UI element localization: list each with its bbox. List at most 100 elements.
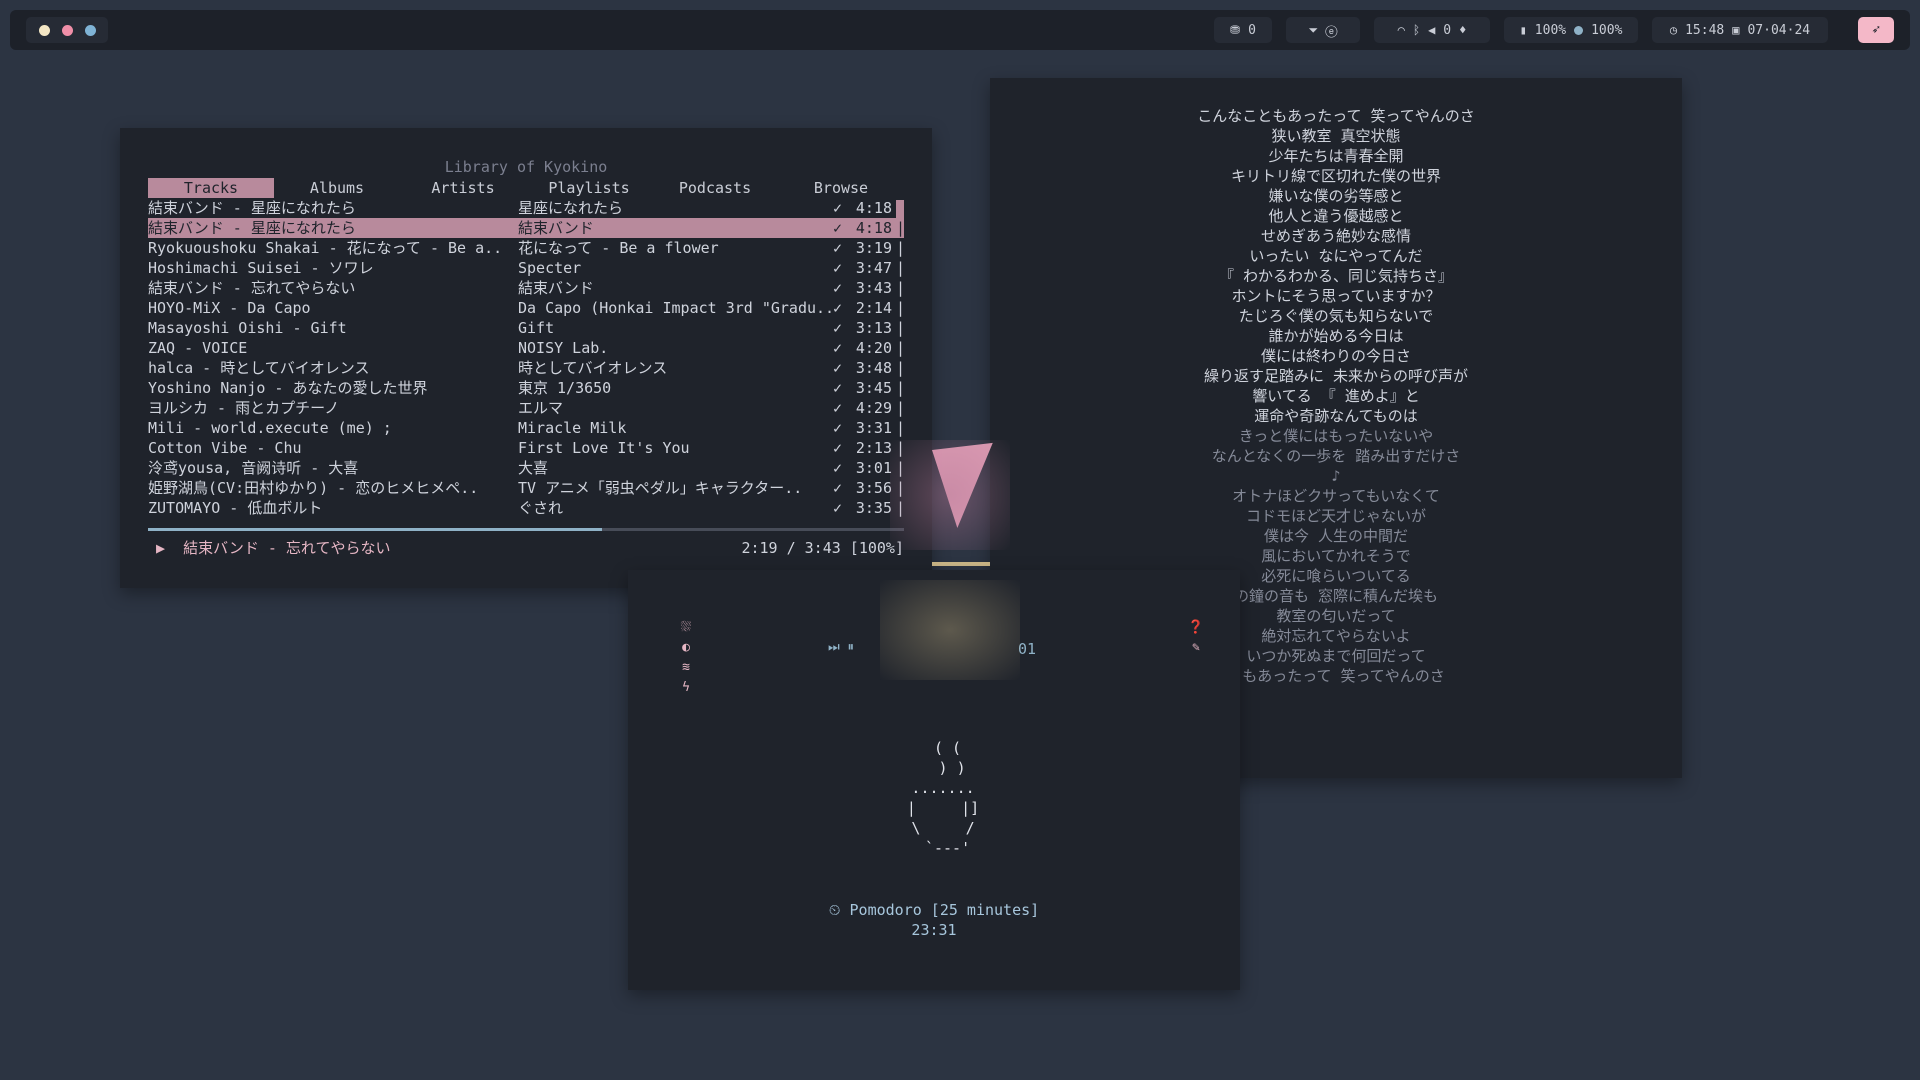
track-check: ✓ bbox=[833, 439, 843, 457]
track-duration: 4:18 bbox=[855, 219, 892, 237]
track-check: ✓ bbox=[833, 199, 843, 217]
track-bar: | bbox=[896, 219, 904, 237]
track-album: Specter bbox=[518, 259, 582, 277]
workspace-3[interactable] bbox=[84, 24, 96, 36]
track-duration: 2:14 bbox=[855, 299, 892, 317]
playback-position: 2:19 / 3:43 [100%] bbox=[741, 539, 904, 557]
media-controls[interactable]: ⏭ ⏸ bbox=[828, 640, 854, 655]
track-bar: | bbox=[896, 339, 904, 357]
lyric-line: 僕は今 人生の中間だ bbox=[1263, 527, 1409, 545]
playback-progress[interactable] bbox=[148, 528, 904, 531]
track-row[interactable]: ZAQ - VOICE NOISY Lab. ✓ 4:20 | bbox=[148, 338, 904, 358]
help-icon[interactable]: ❓ bbox=[1186, 620, 1206, 640]
tab-playlists[interactable]: Playlists bbox=[526, 178, 652, 198]
workspace-indicator bbox=[26, 17, 108, 43]
track-row[interactable]: ZUTOMAYO - 低血ボルトぐされ✓3:35| bbox=[148, 498, 904, 518]
track-row[interactable]: 泠鸢yousa, 音阙诗听 - 大喜大喜✓3:01| bbox=[148, 458, 904, 478]
lyric-line: ♪ bbox=[1331, 467, 1341, 485]
scrollbar-thumb[interactable] bbox=[896, 200, 904, 218]
now-playing: ▶ 結束バンド - 忘れてやらない bbox=[156, 539, 391, 557]
track-bar: | bbox=[896, 399, 904, 417]
track-duration: 3:31 bbox=[855, 419, 892, 437]
track-row[interactable]: 結束バンド - 星座になれたら 結束バンド ✓ 4:18 | bbox=[148, 218, 904, 238]
lyric-line: きっと僕にはもったいないや bbox=[1238, 427, 1434, 445]
coffee-ascii-art: ( ( ) ) ....... | |] \ / `---' bbox=[906, 739, 980, 857]
tab-podcasts[interactable]: Podcasts bbox=[652, 178, 778, 198]
track-duration: 3:56 bbox=[855, 479, 892, 497]
track-row[interactable]: Yoshino Nanjo - あなたの愛した世界 東京 1/3650 ✓ 3:45 | bbox=[148, 378, 904, 398]
track-row[interactable]: Hoshimachi Suisei - ソワレ Specter ✓ 3:47 | bbox=[148, 258, 904, 278]
lyric-line: オトナほどクサってもいなくて bbox=[1232, 487, 1440, 505]
mic-icon: ♦ bbox=[1459, 23, 1467, 37]
track-row[interactable]: Masayoshi Oishi - Gift Gift ✓ 3:13 | bbox=[148, 318, 904, 338]
tab-artists[interactable]: Artists bbox=[400, 178, 526, 198]
track-duration: 4:20 bbox=[855, 339, 892, 357]
track-bar: | bbox=[896, 239, 904, 257]
tab-browse[interactable]: Browse bbox=[778, 178, 904, 198]
track-check: ✓ bbox=[833, 419, 843, 437]
lyric-line: 運命や奇跡なんてものは bbox=[1254, 407, 1418, 425]
lyric-line: 僕には終わりの今日さ bbox=[1260, 347, 1411, 365]
rocket-icon: ➶ bbox=[1871, 22, 1881, 38]
clock-widget[interactable]: ◷ 15:48 ▣ 07·04·24 bbox=[1652, 17, 1828, 43]
track-row[interactable]: Cotton Vibe - Chu First Love It's You ✓ 2:1… bbox=[148, 438, 904, 458]
lyric-line: キリトリ線で区切れた僕の世界 bbox=[1230, 167, 1441, 185]
track-check: ✓ bbox=[833, 459, 843, 477]
track-name: 結束バンド - 星座になれたら bbox=[148, 199, 356, 217]
track-album: エルマ bbox=[518, 399, 564, 417]
tab-tracks[interactable]: Tracks bbox=[148, 178, 274, 198]
track-name: Cotton Vibe - Chu bbox=[148, 439, 302, 457]
launcher-button[interactable]: ➶ bbox=[1858, 17, 1894, 43]
lyric-line: 少年たちは青春全開 bbox=[1268, 147, 1404, 165]
track-album: 星座になれたら bbox=[518, 199, 624, 217]
background-glow bbox=[890, 440, 1010, 550]
track-row[interactable]: 姫野湖鳥(CV:田村ゆかり) - 恋のヒメヒメペ.. TV アニメ「弱虫ペダル」キ… bbox=[148, 478, 904, 498]
workspace-1[interactable] bbox=[38, 24, 50, 36]
track-row[interactable]: ヨルシカ - 雨とカプチーノ エルマ ✓ 4:29 | bbox=[148, 398, 904, 418]
track-check: ✓ bbox=[833, 279, 843, 297]
track-row[interactable]: halca - 時としてバイオレンス 時としてバイオレンス ✓ 3:48 | bbox=[148, 358, 904, 378]
lyric-line: たじろぐ僕の気も知らないで bbox=[1238, 307, 1434, 325]
track-name: Yoshino Nanjo - あなたの愛した世界 bbox=[148, 379, 428, 397]
track-album: ぐされ bbox=[518, 499, 564, 517]
network-widget[interactable]: ◠ ᛒ ◀ 0 ♦ bbox=[1374, 17, 1490, 43]
pomodoro-label: ⏲ Pomodoro [25 minutes] bbox=[828, 901, 1040, 919]
track-row[interactable]: HOYO-MiX - Da Capo Da Capo (Honkai Impact… bbox=[148, 298, 904, 318]
side-actions: ❓ ✎ bbox=[1186, 620, 1206, 660]
track-name: 泠鸢yousa, 音阙诗听 - 大喜 bbox=[148, 459, 359, 477]
track-bar: | bbox=[896, 419, 904, 437]
lyric-line: こんなこともあったって 笑ってやんのさ bbox=[1197, 107, 1475, 125]
track-row[interactable]: Ryokuoushoku Shakai - 花になって - Be a.. 花になっ… bbox=[148, 238, 904, 258]
track-duration: 3:13 bbox=[855, 319, 892, 337]
lyric-line: いったい なにやってんだ bbox=[1249, 247, 1423, 265]
track-name: Mili - world.execute (me) ; bbox=[148, 419, 392, 437]
track-row[interactable]: 結束バンド - 忘れてやらない 結束バンド ✓ 3:43 | bbox=[148, 278, 904, 298]
track-number: 01 bbox=[1018, 640, 1037, 658]
track-bar: | bbox=[896, 359, 904, 377]
music-player-window: Library of Kyokino Tracks Albums Artists… bbox=[120, 128, 932, 588]
workspace-2[interactable] bbox=[61, 24, 73, 36]
battery-primary: 100% bbox=[1534, 22, 1567, 38]
track-row[interactable]: 結束バンド - 星座になれたら星座になれたら✓4:18| bbox=[148, 198, 904, 218]
track-row[interactable]: Mili - world.execute (me) ; Miracle Milk ✓… bbox=[148, 418, 904, 438]
clock-date: 07·04·24 bbox=[1747, 22, 1811, 38]
track-album: Miracle Milk bbox=[518, 419, 627, 437]
track-check: ✓ bbox=[833, 299, 843, 317]
edit-icon[interactable]: ✎ bbox=[1186, 640, 1206, 660]
track-name: 結束バンド - 星座になれたら bbox=[148, 219, 356, 237]
tray-widget[interactable]: ⏷ ⓔ bbox=[1286, 17, 1360, 43]
bluetooth-icon: ᛒ bbox=[1412, 23, 1421, 37]
playback-progress-fill bbox=[148, 528, 602, 531]
track-name: ヨルシカ - 雨とカプチーノ bbox=[148, 399, 340, 417]
tab-albums[interactable]: Albums bbox=[274, 178, 400, 198]
track-check: ✓ bbox=[833, 339, 843, 357]
track-duration: 3:47 bbox=[855, 259, 892, 277]
updates-widget[interactable]: ⛃ 0 bbox=[1214, 17, 1272, 43]
track-duration: 3:35 bbox=[855, 499, 892, 517]
battery-widget[interactable]: ▮ 100% 100% bbox=[1504, 17, 1638, 43]
track-duration: 3:19 bbox=[855, 239, 892, 257]
calendar-icon: ▣ bbox=[1732, 23, 1740, 37]
lyric-line: 狭い教室 真空状態 bbox=[1271, 127, 1401, 145]
track-check: ✓ bbox=[833, 259, 843, 277]
library-title: Library of Kyokino bbox=[444, 158, 608, 176]
